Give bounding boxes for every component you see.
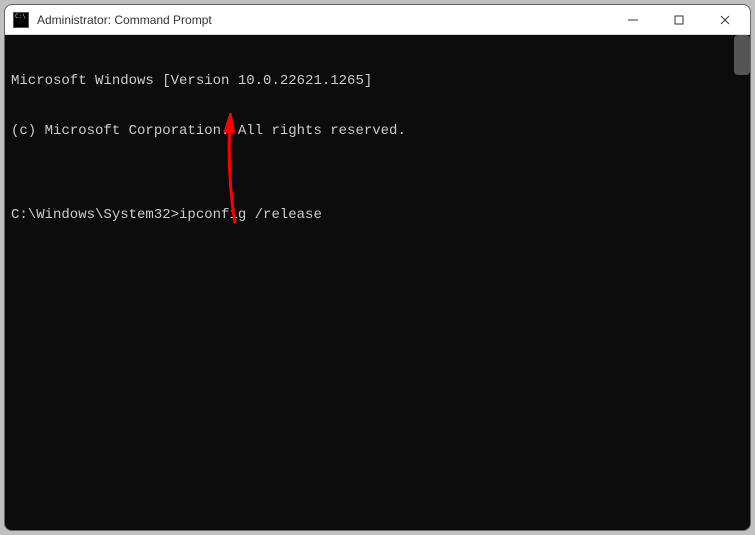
window-title: Administrator: Command Prompt bbox=[37, 13, 610, 27]
maximize-button[interactable] bbox=[656, 5, 702, 35]
output-line: Microsoft Windows [Version 10.0.22621.12… bbox=[11, 73, 744, 90]
output-line: (c) Microsoft Corporation. All rights re… bbox=[11, 123, 744, 140]
terminal-area[interactable]: Microsoft Windows [Version 10.0.22621.12… bbox=[5, 35, 750, 530]
cmd-icon bbox=[13, 12, 29, 28]
close-button[interactable] bbox=[702, 5, 748, 35]
typed-command: ipconfig /release bbox=[179, 207, 322, 224]
command-prompt-window: Administrator: Command Prompt Microsoft … bbox=[4, 4, 751, 531]
close-icon bbox=[720, 15, 730, 25]
window-controls bbox=[610, 5, 748, 35]
minimize-icon bbox=[628, 15, 638, 25]
maximize-icon bbox=[674, 15, 684, 25]
titlebar[interactable]: Administrator: Command Prompt bbox=[5, 5, 750, 35]
prompt-path: C:\Windows\System32> bbox=[11, 207, 179, 224]
vertical-scrollbar[interactable] bbox=[734, 35, 750, 75]
prompt-line: C:\Windows\System32>ipconfig /release bbox=[11, 207, 744, 224]
minimize-button[interactable] bbox=[610, 5, 656, 35]
